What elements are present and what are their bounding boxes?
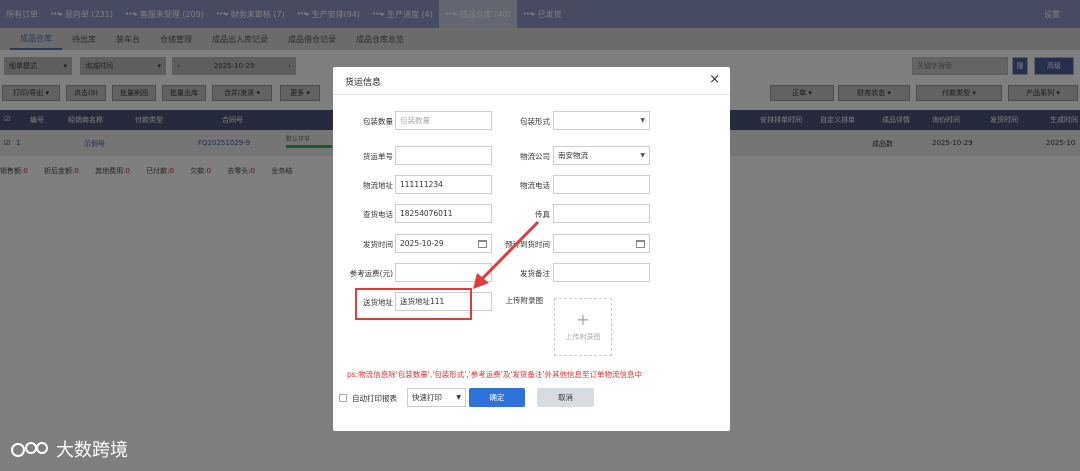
auto-print-label: 自动打印报表	[352, 394, 397, 403]
print-mode-select[interactable]: 快速打印 ▼	[407, 388, 466, 407]
caret-down-icon: ▼	[456, 394, 461, 401]
watermark: 大数跨境	[10, 436, 128, 462]
watermark-text: 大数跨境	[56, 440, 128, 461]
info-note: ps:物流信息除'包装数量','包装形式','参考运费'及'发货备注'外其他信息…	[347, 370, 642, 379]
cancel-button[interactable]: 取消	[537, 388, 594, 407]
confirm-button[interactable]: 确定	[469, 388, 525, 407]
auto-print-checkbox[interactable]	[339, 394, 347, 402]
shipping-info-dialog: 货运信息 × 包装数量 包装数量 包装形式 ▼ 货运单号 物流公司 南安物流 ▼ …	[333, 67, 730, 431]
logo-icon	[11, 442, 48, 457]
